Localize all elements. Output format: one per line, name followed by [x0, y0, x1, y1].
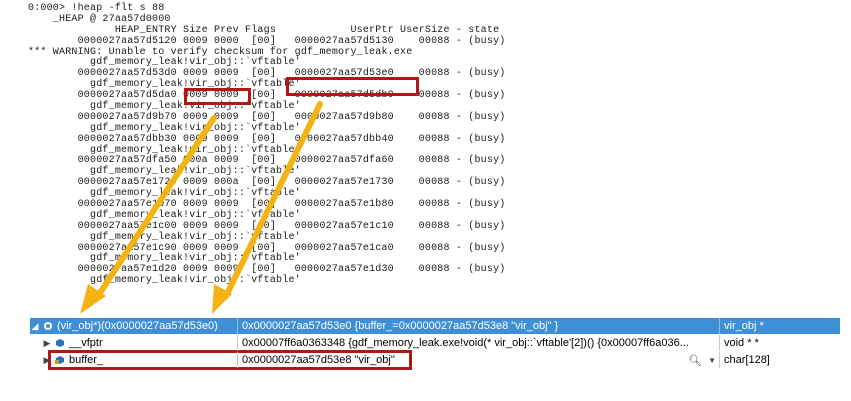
watch-row-value: 0x0000027aa57d53e0 {buffer_=0x0000027aa5…: [242, 320, 559, 332]
watch-row-type: void * *: [724, 337, 759, 349]
expand-toggle[interactable]: ▶: [42, 338, 52, 349]
magnifier-icon[interactable]: 🔍︎: [688, 354, 702, 367]
watch-row-buffer[interactable]: ▶ buffer_ 0x0000027aa57d53e8 "vir_obj" 🔍…: [30, 352, 840, 368]
expand-toggle[interactable]: ◢: [30, 321, 40, 332]
watch-row-value: 0x00007ff6a0363348 {gdf_memory_leak.exe!…: [242, 337, 689, 349]
watch-row-vir-obj-pointer[interactable]: ◢ (vir_obj*)(0x0000027aa57d53e0) 0x00000…: [30, 318, 840, 334]
chevron-down-icon[interactable]: ▼: [708, 356, 716, 365]
watch-row-vfptr[interactable]: ▶ __vfptr 0x00007ff6a0363348 {gdf_memory…: [30, 335, 840, 351]
arrow-line-right: [223, 101, 323, 299]
watch-row-value: 0x0000027aa57d53e8 "vir_obj": [242, 354, 395, 366]
arrow-line-left: [95, 115, 217, 299]
object-icon: [44, 322, 52, 330]
watch-row-type: vir_obj *: [724, 320, 764, 332]
field-icon: [56, 339, 64, 347]
watch-row-name: buffer_: [69, 354, 104, 366]
watch-row-name: (vir_obj*)(0x0000027aa57d53e0): [57, 320, 218, 332]
lock-field-icon: [55, 356, 64, 364]
expand-toggle[interactable]: ▶: [42, 355, 52, 366]
watch-window: ◢ (vir_obj*)(0x0000027aa57d53e0) 0x00000…: [30, 318, 840, 378]
watch-row-name: __vfptr: [69, 337, 103, 349]
watch-row-type: char[128]: [724, 354, 770, 366]
